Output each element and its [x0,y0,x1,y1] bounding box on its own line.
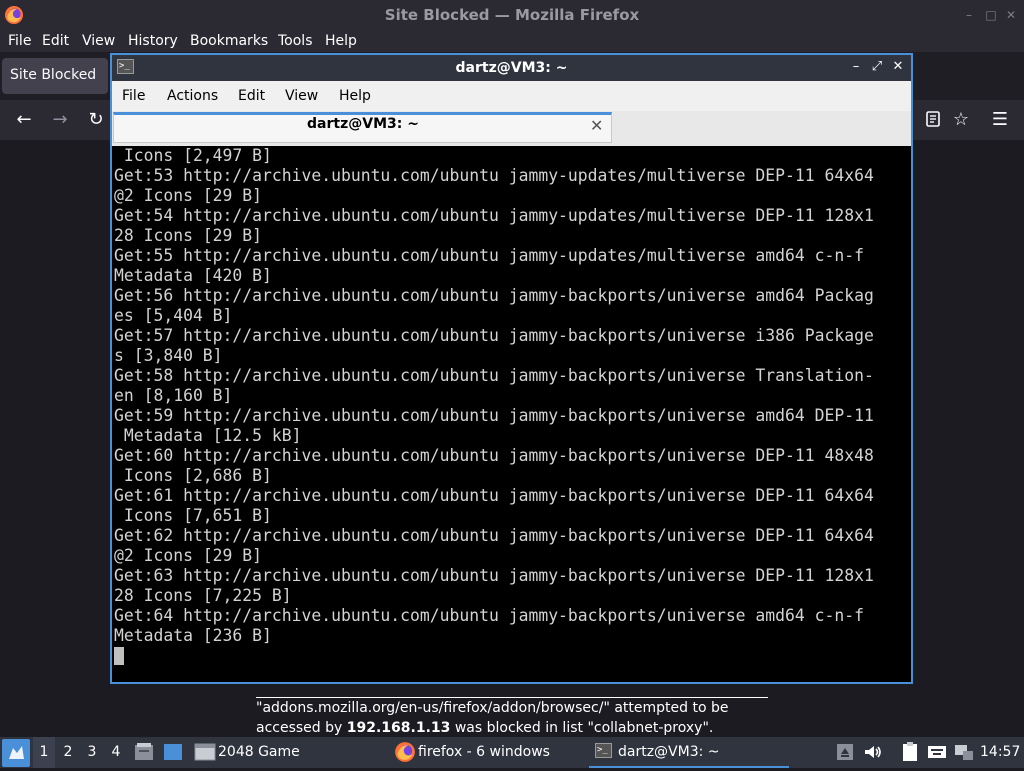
terminal-line: Get:58 http://archive.ubuntu.com/ubuntu … [114,366,874,385]
terminal-line: Get:53 http://archive.ubuntu.com/ubuntu … [114,166,874,185]
terminal-close-icon[interactable]: ✕ [890,58,906,76]
menu-file[interactable]: File [8,30,31,52]
terminal-menu-actions[interactable]: Actions [167,81,218,111]
terminal-task-icon: >_ [595,743,612,758]
show-desktop-icon[interactable] [162,741,184,763]
menu-tools[interactable]: Tools [278,30,313,52]
notification-suffix: was blocked in list "collabnet-proxy". [450,720,714,736]
terminal-tab-close-icon[interactable]: ✕ [590,116,603,135]
terminal-line: @2 Icons [29 B] [114,186,263,205]
workspace-4[interactable]: 4 [105,737,127,768]
terminal-line: @2 Icons [29 B] [114,546,263,565]
terminal-menu-file[interactable]: File [122,81,145,111]
blocked-notification: "addons.mozilla.org/en-us/firefox/addon/… [256,697,768,738]
terminal-minimize-icon[interactable]: – [848,58,864,76]
terminal-line: Get:64 http://archive.ubuntu.com/ubuntu … [114,606,864,625]
task-terminal[interactable]: dartz@VM3: ~ [618,737,720,768]
clock[interactable]: 14:57 [980,737,1020,768]
terminal-line: 28 Icons [29 B] [114,226,263,245]
task-2048-game[interactable]: 2048 Game [218,737,300,768]
reader-view-icon[interactable] [924,110,942,128]
volume-icon[interactable] [862,741,884,763]
firefox-task-icon[interactable] [394,741,416,763]
2048-game-window-icon[interactable] [194,741,216,763]
notification-prefix: accessed by [256,720,347,736]
terminal-line: 28 Icons [7,225 B] [114,586,292,605]
terminal-line: Metadata [420 B] [114,266,272,285]
keyboard-icon[interactable] [926,741,948,763]
tab-label: Site Blocked [10,67,97,83]
terminal-menubar [112,81,911,111]
reload-icon[interactable]: ↻ [84,108,108,132]
task-firefox[interactable]: firefox - 6 windows [418,737,550,768]
terminal-line: s [3,840 B] [114,346,223,365]
terminal-menu-view[interactable]: View [285,81,318,111]
menu-history[interactable]: History [128,30,178,52]
notification-line-2: accessed by 192.168.1.13 was blocked in … [256,718,768,738]
forward-icon[interactable]: → [48,108,72,132]
terminal-maximize-icon[interactable]: ⤢ [869,58,885,76]
lxqt-logo-icon [9,746,24,759]
menu-bookmarks[interactable]: Bookmarks [190,30,268,52]
terminal-line: Icons [2,686 B] [114,466,272,485]
notification-line-1: "addons.mozilla.org/en-us/firefox/addon/… [256,700,729,716]
terminal-line: Get:63 http://archive.ubuntu.com/ubuntu … [114,566,874,585]
terminal-line: Metadata [12.5 kB] [114,426,302,445]
terminal-window-title: dartz@VM3: ~ [455,60,568,76]
terminal-line: Get:54 http://archive.ubuntu.com/ubuntu … [114,206,874,225]
terminal-line: Get:60 http://archive.ubuntu.com/ubuntu … [114,446,874,465]
bookmark-star-icon[interactable]: ☆ [949,108,973,132]
terminal-menu-help[interactable]: Help [339,81,371,111]
terminal-line: Get:55 http://archive.ubuntu.com/ubuntu … [114,246,864,265]
close-icon[interactable]: ✕ [1004,8,1018,22]
firefox-window-title: Site Blocked — Mozilla Firefox [384,6,640,24]
terminal-line: es [5,404 B] [114,306,233,325]
clipboard-icon[interactable] [899,741,921,763]
maximize-icon[interactable]: □ [984,8,998,22]
terminal-line: Get:61 http://archive.ubuntu.com/ubuntu … [114,486,874,505]
terminal-menu-edit[interactable]: Edit [238,81,265,111]
terminal-output[interactable]: Icons [2,497 B] Get:53 http://archive.ubu… [114,146,909,646]
back-icon[interactable]: ← [12,108,36,132]
hamburger-menu-icon[interactable]: ☰ [988,108,1012,132]
network-icon[interactable] [953,741,975,763]
menu-view[interactable]: View [82,30,115,52]
terminal-cursor [114,647,124,665]
terminal-line: Get:56 http://archive.ubuntu.com/ubuntu … [114,286,874,305]
notification-ip: 192.168.1.13 [346,720,451,736]
eject-icon[interactable] [834,741,856,763]
menu-help[interactable]: Help [325,30,357,52]
minimize-icon[interactable]: – [962,8,976,22]
file-manager-icon[interactable] [133,741,155,763]
terminal-line: Icons [2,497 B] [114,146,272,165]
start-menu-button[interactable] [2,739,30,767]
terminal-line: Icons [7,651 B] [114,506,272,525]
terminal-line: Metadata [236 B] [114,626,272,645]
terminal-tab-label: dartz@VM3: ~ [307,116,419,132]
workspace-3[interactable]: 3 [81,737,103,768]
terminal-line: Get:62 http://archive.ubuntu.com/ubuntu … [114,526,874,545]
terminal-line: Get:59 http://archive.ubuntu.com/ubuntu … [114,406,874,425]
terminal-line: en [8,160 B] [114,386,233,405]
workspace-1[interactable]: 1 [33,737,55,768]
workspace-2[interactable]: 2 [57,737,79,768]
terminal-line: Get:57 http://archive.ubuntu.com/ubuntu … [114,326,874,345]
menu-edit[interactable]: Edit [42,30,69,52]
